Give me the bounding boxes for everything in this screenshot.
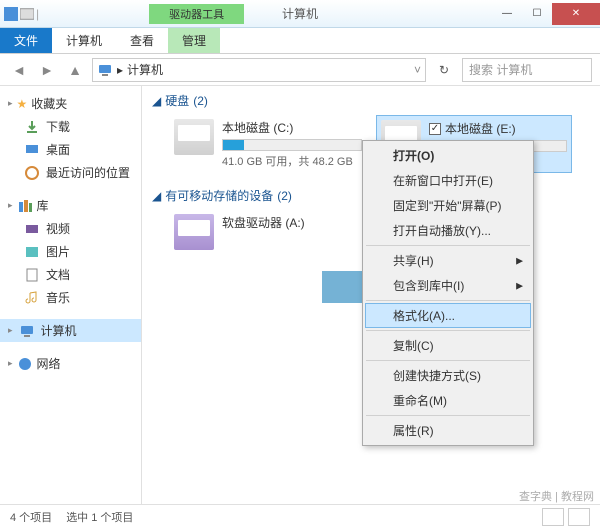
item-count: 4 个项目: [10, 509, 52, 525]
nav-back-button[interactable]: ◄: [8, 59, 30, 81]
drive-name: 软盘驱动器 (A:): [222, 214, 362, 231]
minimize-button[interactable]: —: [492, 3, 522, 25]
picture-icon: [24, 244, 40, 260]
star-icon: ★: [17, 97, 28, 111]
download-icon: [24, 119, 40, 135]
app-icon: [4, 7, 18, 21]
drive-name: 本地磁盘 (E:): [445, 120, 516, 137]
computer-icon: [19, 323, 35, 339]
nav-forward-button[interactable]: ►: [36, 59, 58, 81]
menu-copy[interactable]: 复制(C): [365, 333, 531, 358]
drive-status: 41.0 GB 可用，共 48.2 GB: [222, 153, 362, 169]
refresh-button[interactable]: ↻: [432, 58, 456, 82]
search-placeholder: 搜索 计算机: [469, 61, 532, 78]
menu-share[interactable]: 共享(H)▶: [365, 248, 531, 273]
menu-open[interactable]: 打开(O): [365, 143, 531, 168]
network-icon: [17, 356, 33, 372]
ribbon-tab-manage[interactable]: 管理: [168, 28, 220, 53]
sidebar-libraries[interactable]: ▸ 库: [0, 194, 141, 217]
selection-checkbox[interactable]: ✓: [429, 123, 441, 135]
recent-icon: [24, 165, 40, 181]
ribbon-tab-file[interactable]: 文件: [0, 28, 52, 53]
hdd-icon: [174, 119, 214, 155]
collapse-icon: ◢: [152, 94, 161, 108]
menu-separator: [366, 415, 530, 416]
close-button[interactable]: ✕: [552, 3, 600, 25]
menu-separator: [366, 300, 530, 301]
nav-up-button[interactable]: ▲: [64, 59, 86, 81]
sidebar-desktop[interactable]: 桌面: [0, 138, 141, 161]
menu-create-shortcut[interactable]: 创建快捷方式(S): [365, 363, 531, 388]
qat-icon[interactable]: [20, 7, 34, 21]
desktop-icon: [24, 142, 40, 158]
submenu-arrow-icon: ▶: [516, 280, 523, 291]
drive-usage-bar: [222, 139, 362, 151]
sidebar-videos[interactable]: 视频: [0, 217, 141, 240]
menu-include-library[interactable]: 包含到库中(I)▶: [365, 273, 531, 298]
sidebar-documents[interactable]: 文档: [0, 263, 141, 286]
sidebar-computer[interactable]: ▸ 计算机: [0, 319, 141, 342]
qat-divider: |: [36, 7, 39, 21]
expand-icon: ▸: [8, 98, 13, 109]
contextual-tab-label: 驱动器工具: [149, 4, 244, 24]
menu-rename[interactable]: 重命名(M): [365, 388, 531, 413]
navigation-pane: ▸ ★ 收藏夹 下载 桌面 最近访问的位置 ▸ 库 视频 图片 文档 音乐 ▸ …: [0, 86, 142, 504]
sidebar-downloads[interactable]: 下载: [0, 115, 141, 138]
video-icon: [24, 221, 40, 237]
status-bar: 4 个项目 选中 1 个项目: [0, 504, 600, 528]
address-dropdown-icon[interactable]: ˅: [414, 63, 421, 77]
sidebar-favorites[interactable]: ▸ ★ 收藏夹: [0, 92, 141, 115]
address-bar[interactable]: ▸ 计算机 ˅: [92, 58, 426, 82]
context-menu: 打开(O) 在新窗口中打开(E) 固定到"开始"屏幕(P) 打开自动播放(Y).…: [362, 140, 534, 446]
sidebar-pictures[interactable]: 图片: [0, 240, 141, 263]
drive-a[interactable]: 软盘驱动器 (A:): [170, 210, 366, 254]
sidebar-network[interactable]: ▸ 网络: [0, 352, 141, 375]
menu-autoplay[interactable]: 打开自动播放(Y)...: [365, 218, 531, 243]
search-input[interactable]: 搜索 计算机: [462, 58, 592, 82]
collapse-icon: ◢: [152, 189, 161, 203]
corner-watermark: 查字典 | 教程网: [519, 488, 594, 504]
menu-open-new-window[interactable]: 在新窗口中打开(E): [365, 168, 531, 193]
watermark-logo-icon: [322, 271, 362, 303]
library-icon: [17, 198, 33, 214]
address-text: 计算机: [127, 61, 163, 78]
music-icon: [24, 290, 40, 306]
menu-pin-start[interactable]: 固定到"开始"屏幕(P): [365, 193, 531, 218]
address-separator: ▸: [117, 63, 123, 77]
selection-count: 选中 1 个项目: [66, 509, 133, 525]
maximize-button[interactable]: ☐: [522, 3, 552, 25]
menu-separator: [366, 330, 530, 331]
menu-separator: [366, 360, 530, 361]
menu-separator: [366, 245, 530, 246]
menu-properties[interactable]: 属性(R): [365, 418, 531, 443]
ribbon-tab-computer[interactable]: 计算机: [52, 28, 116, 53]
view-tiles-button[interactable]: [568, 508, 590, 526]
window-title: 计算机: [282, 5, 318, 22]
document-icon: [24, 267, 40, 283]
sidebar-music[interactable]: 音乐: [0, 286, 141, 309]
drive-c[interactable]: 本地磁盘 (C:) 41.0 GB 可用，共 48.2 GB: [170, 115, 366, 173]
computer-icon: [97, 62, 113, 78]
expand-icon: ▸: [8, 325, 13, 336]
expand-icon: ▸: [8, 358, 13, 369]
menu-format[interactable]: 格式化(A)...: [365, 303, 531, 328]
floppy-icon: [174, 214, 214, 250]
drive-name: 本地磁盘 (C:): [222, 119, 362, 136]
expand-icon: ▸: [8, 200, 13, 211]
view-details-button[interactable]: [542, 508, 564, 526]
sidebar-recent[interactable]: 最近访问的位置: [0, 161, 141, 184]
submenu-arrow-icon: ▶: [516, 255, 523, 266]
ribbon-tab-view[interactable]: 查看: [116, 28, 168, 53]
section-hdd[interactable]: ◢ 硬盘 (2): [152, 92, 590, 109]
